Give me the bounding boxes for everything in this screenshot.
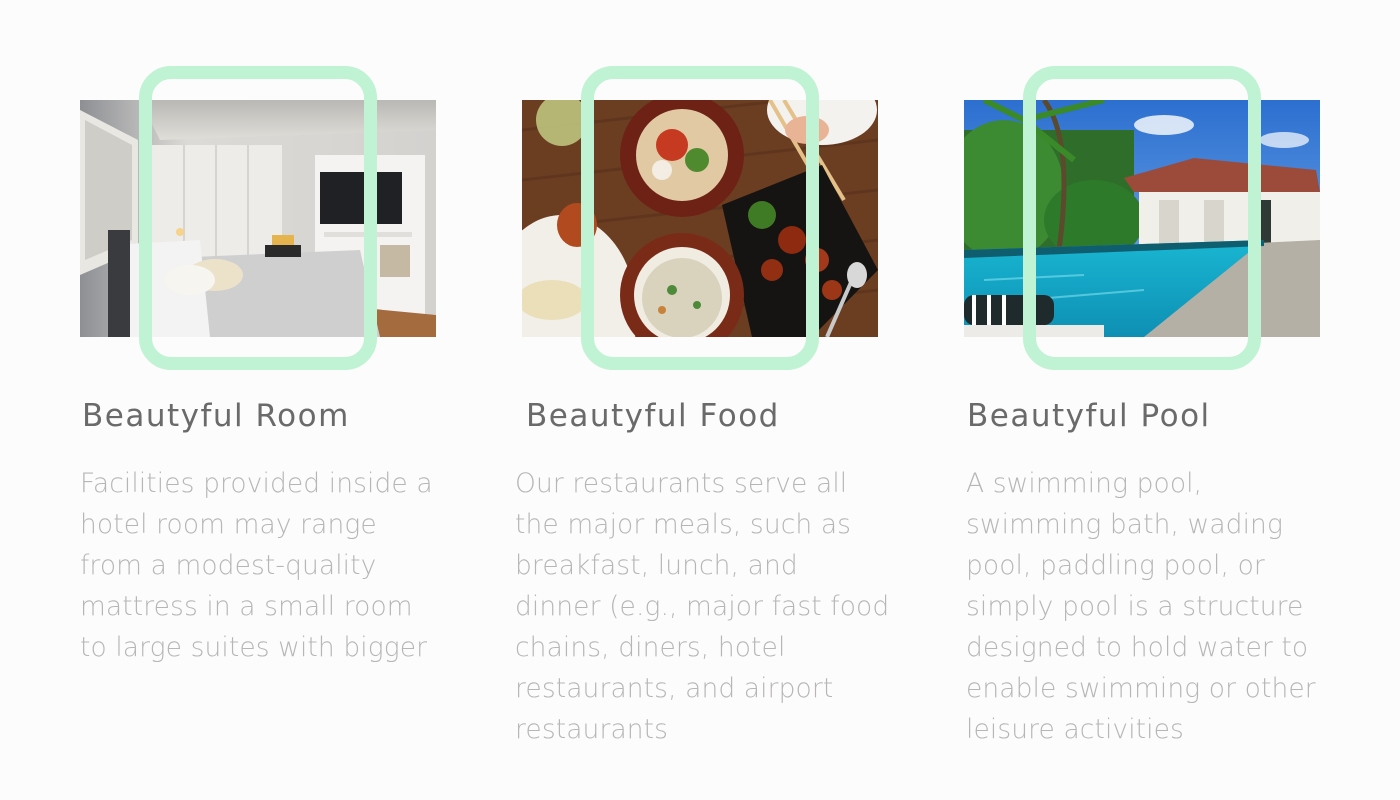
photo-accent-frame	[1023, 66, 1261, 370]
feature-card-pool: Beautyful Pool A swimming pool, swimming…	[964, 0, 1344, 800]
feature-description: Facilities provided inside a hotel room …	[80, 468, 433, 663]
feature-title: Beautyful Food	[526, 398, 780, 434]
feature-card-food: Beautyful Food Our restaurants serve all…	[515, 0, 902, 800]
photo-accent-frame	[139, 66, 377, 370]
feature-card-room: Beautyful Room Facilities provided insid…	[80, 0, 460, 800]
feature-title: Beautyful Room	[82, 398, 350, 434]
feature-description: Our restaurants serve all the major meal…	[515, 468, 890, 745]
photo-accent-frame	[581, 66, 819, 370]
feature-description: A swimming pool, swimming bath, wading p…	[966, 468, 1316, 745]
feature-title: Beautyful Pool	[967, 398, 1211, 434]
features-page: { "features": [ { "title": "Beautyful Ro…	[0, 0, 1400, 800]
